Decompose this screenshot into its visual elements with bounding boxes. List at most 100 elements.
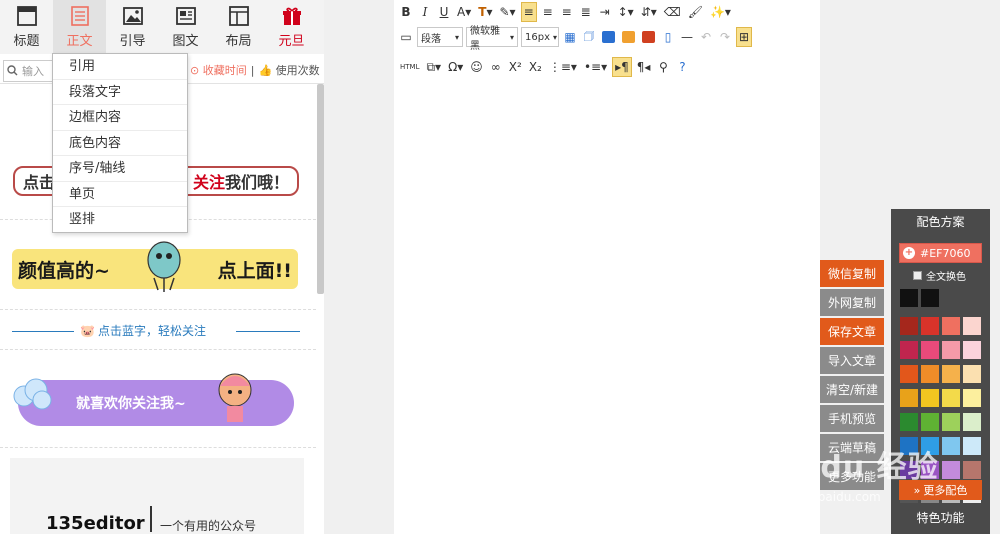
page-icon[interactable]: ▯ [660,27,676,47]
indent-icon[interactable]: ⇥ [597,2,613,22]
color-swatch[interactable] [900,317,918,335]
category-new-year[interactable]: 元旦 [265,0,318,54]
dropdown-item[interactable]: 引用 [53,54,187,80]
full-text-recolor-checkbox[interactable]: 全文换色 [913,268,990,283]
brush-icon[interactable]: 🖌 [686,2,705,22]
paragraph-select[interactable]: 段落 ▾ [417,27,463,47]
color-swatch[interactable] [963,389,981,407]
sort-usage[interactable]: 👍 使用次数 [258,62,319,78]
align-center-icon[interactable]: ≡ [540,2,556,22]
video-icon[interactable] [640,27,657,47]
wechat-copy-button[interactable]: 微信复制 [820,260,884,287]
special-char-button[interactable]: Ω ▾ [446,57,465,77]
rtl-icon[interactable]: ¶◂ [635,57,653,77]
sort-favorites[interactable]: ⊙ 收藏时间 [190,62,247,78]
template-purple[interactable]: 就喜欢你关注我~ [0,358,316,448]
import-article-button[interactable]: 导入文章 [820,347,884,374]
color-swatch[interactable] [963,437,981,455]
color-swatch[interactable] [942,461,960,479]
word-import-icon[interactable] [600,27,617,47]
align-left-icon[interactable]: ≡ [520,2,537,22]
new-doc-icon[interactable]: ▭ [398,27,414,47]
mobile-preview-button[interactable]: 手机预览 [820,405,884,432]
font-size-select[interactable]: 16px ▾ [521,27,559,47]
italic-button[interactable]: I [417,2,433,22]
template-yellow[interactable]: 颜值高的~ 点上面!! [0,225,316,310]
ordered-list-icon[interactable]: ⋮≡▾ [547,57,579,77]
clear-new-button[interactable]: 清空/新建 [820,376,884,403]
color-swatch[interactable] [921,413,939,431]
dropdown-item[interactable]: 竖排 [53,207,187,233]
profile-card[interactable]: 135editor 一个有用的公众号 [10,458,304,534]
category-text[interactable]: 正文 [53,0,106,54]
template-divider-line[interactable]: 🐷 点击蓝字，轻松关注 [0,314,316,350]
redo-icon[interactable]: ↷ [717,27,733,47]
align-right-icon[interactable]: ≡ [559,2,575,22]
superscript-button[interactable]: X² [507,57,524,77]
color-swatch[interactable] [921,365,939,383]
magic-wand-icon[interactable]: ✨▾ [708,2,733,22]
save-article-button[interactable]: 保存文章 [820,318,884,345]
color-swatch[interactable] [921,317,939,335]
search-input[interactable]: 输入 [3,59,53,82]
color-swatch[interactable] [921,341,939,359]
external-copy-button[interactable]: 外网复制 [820,289,884,316]
line-height-icon[interactable]: ↕▾ [616,2,636,22]
dropdown-item[interactable]: 序号/轴线 [53,156,187,182]
table-icon[interactable]: ▦ [562,27,578,47]
category-layout[interactable]: 布局 [212,0,265,54]
find-replace-icon[interactable]: ⚲ [655,57,671,77]
template-insert-icon[interactable]: ⧉▾ [424,57,443,77]
color-swatch[interactable] [900,389,918,407]
paragraph-spacing-icon[interactable]: ⇵▾ [639,2,659,22]
unordered-list-icon[interactable]: •≡▾ [582,57,609,77]
underline-button[interactable]: U [436,2,452,22]
color-swatch[interactable] [942,437,960,455]
image-icon[interactable] [620,27,637,47]
color-swatch[interactable] [942,389,960,407]
horizontal-rule-icon[interactable]: — [679,27,695,47]
bg-color-button[interactable]: T ▾ [476,2,494,22]
template-scrollbar[interactable] [317,84,324,294]
ltr-icon[interactable]: ▸¶ [612,57,632,77]
insert-box-icon[interactable]: ⊞ [736,27,753,47]
color-swatch[interactable] [900,413,918,431]
add-color-icon[interactable]: + [903,247,915,259]
dropdown-item[interactable]: 边框内容 [53,105,187,131]
image-gallery-icon[interactable]: 🗇 [581,27,597,47]
color-swatch[interactable] [963,341,981,359]
color-swatch[interactable] [900,341,918,359]
font-family-select[interactable]: 微软雅黑 ▾ [466,26,518,52]
color-swatch[interactable] [963,413,981,431]
color-swatch[interactable] [921,289,939,307]
format-painter-button[interactable]: ✎ ▾ [497,2,517,22]
emoji-icon[interactable]: ☺ [468,57,485,77]
eraser-icon[interactable]: ⌫ [662,2,683,22]
dropdown-item[interactable]: 底色内容 [53,131,187,156]
dropdown-item[interactable]: 单页 [53,182,187,207]
help-icon[interactable]: ? [674,57,690,77]
subscript-button[interactable]: X₂ [527,57,544,77]
align-justify-icon[interactable]: ≣ [578,2,594,22]
editor-canvas[interactable] [394,80,820,534]
color-swatch[interactable] [963,317,981,335]
hex-color-input[interactable]: + #EF7060 [899,243,982,263]
color-swatch[interactable] [900,289,918,307]
color-swatch[interactable] [900,365,918,383]
category-title[interactable]: 标题 [0,0,53,54]
undo-icon[interactable]: ↶ [698,27,714,47]
html-source-button[interactable]: HTML [398,57,421,77]
color-swatch[interactable] [963,365,981,383]
color-swatch[interactable] [921,389,939,407]
link-icon[interactable]: ∞ [488,57,504,77]
color-swatch[interactable] [942,341,960,359]
category-guide[interactable]: 引导 [106,0,159,54]
font-color-button[interactable]: A ▾ [455,2,473,22]
color-swatch[interactable] [942,365,960,383]
bold-button[interactable]: B [398,2,414,22]
dropdown-item[interactable]: 段落文字 [53,80,187,105]
color-swatch[interactable] [963,461,981,479]
category-image-text[interactable]: 图文 [159,0,212,54]
color-swatch[interactable] [942,413,960,431]
color-swatch[interactable] [942,317,960,335]
